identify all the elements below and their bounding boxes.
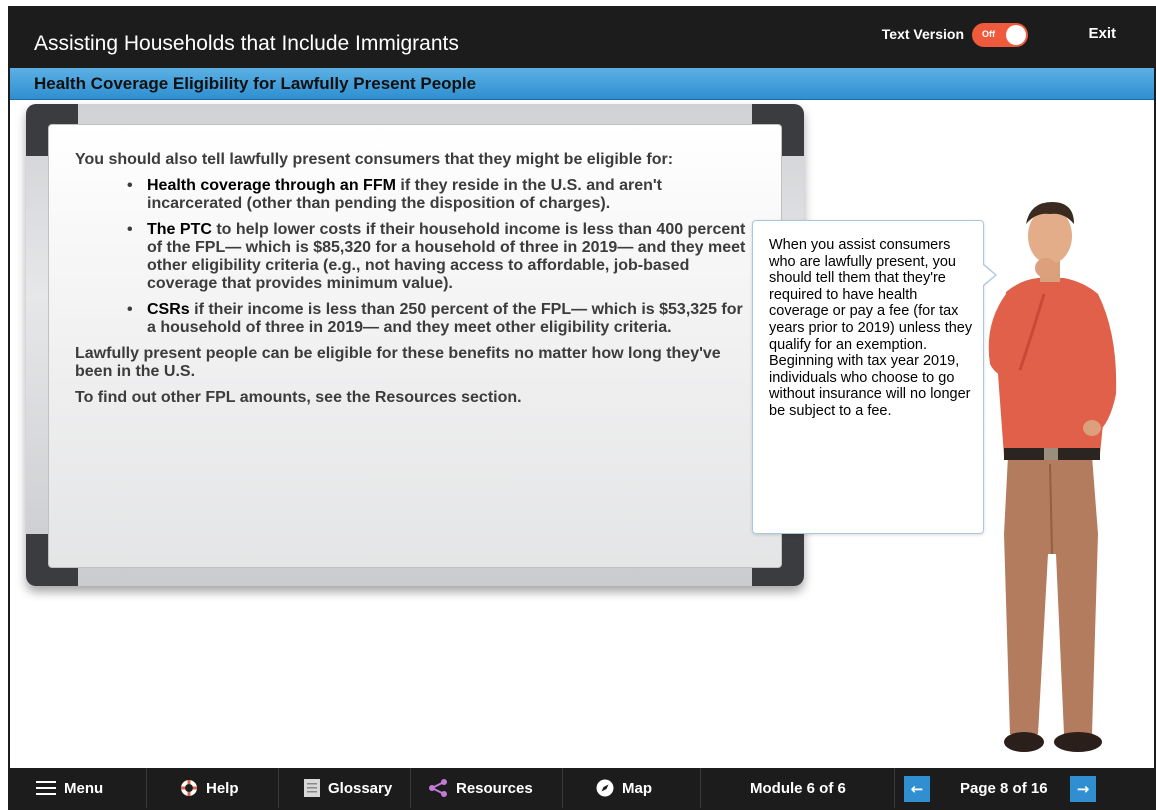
divider xyxy=(410,768,411,808)
board-paragraph: Lawfully present people can be eligible … xyxy=(75,345,721,380)
menu-button[interactable]: Menu xyxy=(36,768,103,808)
page-title: Health Coverage Eligibility for Lawfully… xyxy=(34,74,477,93)
eligibility-list: Health coverage through an FFM if they r… xyxy=(121,177,755,337)
whiteboard-content: You should also tell lawfully present co… xyxy=(75,151,755,415)
toggle-knob xyxy=(1006,25,1026,45)
speech-bubble-text: When you assist consumers who are lawful… xyxy=(769,237,973,419)
menu-label: Menu xyxy=(64,779,104,797)
top-bar: Assisting Households that Include Immigr… xyxy=(10,8,1154,68)
course-window: Assisting Households that Include Immigr… xyxy=(8,6,1156,810)
previous-page-button[interactable]: ← xyxy=(904,776,930,802)
footer-bar: Menu Help Glossary Resources Map Module … xyxy=(10,768,1154,808)
list-item: CSRs if their income is less than 250 pe… xyxy=(121,301,755,337)
page-title-bar: Health Coverage Eligibility for Lawfully… xyxy=(10,68,1154,100)
divider xyxy=(700,768,701,808)
divider xyxy=(278,768,279,808)
map-button[interactable]: Map xyxy=(596,768,652,808)
list-item-term: CSRs xyxy=(147,301,190,318)
arrow-left-icon: ← xyxy=(910,780,924,798)
page-indicator: Page 8 of 16 xyxy=(960,768,1048,808)
app-title: Assisting Households that Include Immigr… xyxy=(34,32,459,55)
arrow-right-icon: → xyxy=(1076,780,1090,798)
map-label: Map xyxy=(622,779,652,797)
resources-label: Resources xyxy=(456,779,533,797)
share-icon xyxy=(429,779,447,797)
whiteboard: You should also tell lawfully present co… xyxy=(48,124,782,568)
glossary-label: Glossary xyxy=(328,779,393,797)
help-button[interactable]: Help xyxy=(180,768,239,808)
module-label: Module 6 of 6 xyxy=(750,779,846,797)
list-item: Health coverage through an FFM if they r… xyxy=(121,177,755,213)
page-label: Page 8 of 16 xyxy=(960,779,1048,797)
glossary-button[interactable]: Glossary xyxy=(304,768,392,808)
resources-button[interactable]: Resources xyxy=(428,768,533,808)
lifebuoy-icon xyxy=(181,780,197,796)
text-version-label: Text Version xyxy=(881,26,964,42)
book-icon xyxy=(304,779,320,797)
divider xyxy=(894,768,895,808)
help-label: Help xyxy=(206,779,239,797)
text-version-toggle[interactable]: Off xyxy=(972,23,1028,47)
list-item-text: if their income is less than 250 percent… xyxy=(147,301,743,336)
next-page-button[interactable]: → xyxy=(1070,776,1096,802)
speech-bubble: When you assist consumers who are lawful… xyxy=(752,220,997,534)
board-paragraph: To find out other FPL amounts, see the R… xyxy=(75,389,522,406)
list-item-term: Health coverage through an FFM xyxy=(147,177,396,194)
module-indicator: Module 6 of 6 xyxy=(750,768,846,808)
divider xyxy=(146,768,147,808)
divider xyxy=(562,768,563,808)
board-intro: You should also tell lawfully present co… xyxy=(75,151,674,168)
list-item: The PTC to help lower costs if their hou… xyxy=(121,221,755,293)
list-item-term: The PTC xyxy=(147,221,212,238)
presenter-illustration xyxy=(988,202,1117,752)
compass-icon xyxy=(596,779,614,797)
exit-button[interactable]: Exit xyxy=(1088,25,1116,42)
toggle-state: Off xyxy=(982,29,995,39)
list-item-text: to help lower costs if their household i… xyxy=(147,221,746,292)
hamburger-icon xyxy=(36,781,56,795)
whiteboard-frame: You should also tell lawfully present co… xyxy=(26,104,804,586)
